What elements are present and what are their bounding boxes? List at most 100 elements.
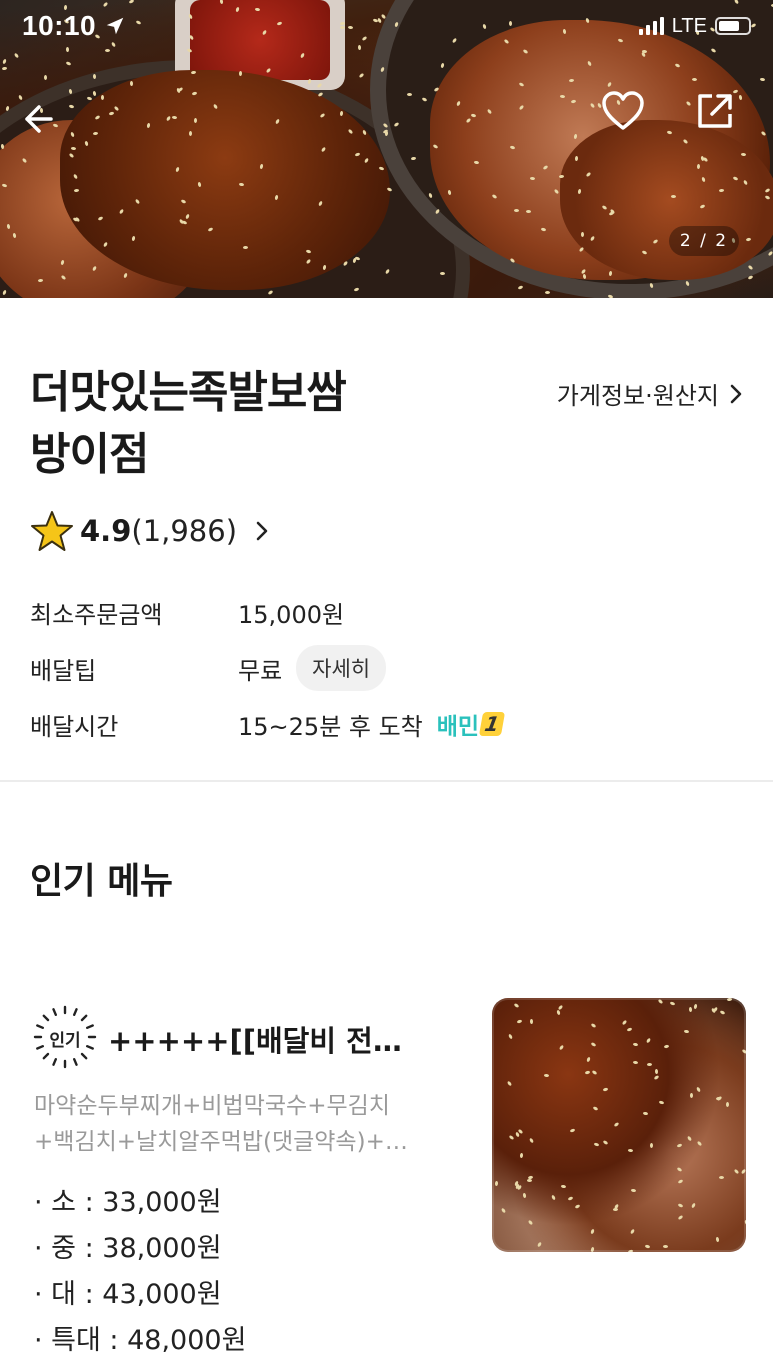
sesame-seed <box>65 61 72 66</box>
store-name-line2: 방이점 <box>30 429 149 480</box>
sesame-seed <box>432 143 439 150</box>
sesame-seed <box>238 182 245 187</box>
sesame-seed <box>573 133 578 140</box>
sesame-seed <box>5 105 10 112</box>
delivery-time-label: 배달시간 <box>30 712 119 741</box>
sesame-seed <box>197 181 202 188</box>
sesame-seed <box>641 250 648 255</box>
store-hero-image[interactable]: 10:10 LTE 2 / 2 <box>0 0 773 298</box>
store-name: 더맛있는족발보쌈 방이점 <box>30 362 500 486</box>
sesame-seed <box>608 270 613 277</box>
store-name-line1: 더맛있는족발보쌈 <box>30 367 347 418</box>
sesame-seed <box>581 232 584 237</box>
sesame-seed <box>685 280 690 287</box>
sesame-seed <box>406 92 413 97</box>
hero-sesame-layer <box>0 0 773 298</box>
delivery-tip-row: 배달팁 무료 자세히 <box>30 640 730 696</box>
sesame-seed <box>670 194 677 199</box>
sesame-seed <box>307 78 312 85</box>
sesame-seed <box>518 81 525 88</box>
favorite-button[interactable] <box>598 86 648 136</box>
rating-link[interactable]: 4.9 (1,986) <box>30 510 269 552</box>
sesame-seed <box>238 70 243 77</box>
sesame-seed <box>242 245 249 250</box>
status-time-text: 10:10 <box>22 10 97 41</box>
sesame-seed <box>666 130 673 135</box>
price-option: · 특대 : 48,000원 <box>34 1325 247 1356</box>
section-divider <box>0 780 773 782</box>
sesame-seed <box>60 259 65 266</box>
sesame-seed <box>740 152 747 157</box>
popular-menu-title: 인기 메뉴 <box>30 861 173 902</box>
sesame-seed <box>702 156 709 163</box>
sesame-seed <box>274 194 279 201</box>
menu-desc-line2: +백김치+날치알주먹밥(댓글약속)+… <box>34 1129 408 1155</box>
sesame-seed <box>750 22 757 29</box>
sesame-seed <box>529 176 536 181</box>
sesame-seed <box>470 113 477 118</box>
price-option: · 중 : 38,000원 <box>34 1233 222 1264</box>
min-order-row: 최소주문금액 15,000원 <box>30 584 730 640</box>
star-icon <box>31 511 73 551</box>
sesame-seed <box>43 74 48 81</box>
price-option: · 대 : 43,000원 <box>34 1279 222 1310</box>
sesame-seed <box>318 200 323 207</box>
sesame-seed <box>0 143 5 150</box>
min-order-label: 최소주문금액 <box>30 600 163 629</box>
sesame-seed <box>186 48 193 53</box>
store-info-origin-link[interactable]: 가게정보·원산지 <box>557 376 743 411</box>
delivery-time-value-group: 15~25분 후 도착 배민 1 <box>238 707 506 742</box>
sesame-seed <box>92 73 97 80</box>
sesame-seed <box>358 72 365 79</box>
sesame-seed <box>608 211 615 216</box>
menu-item-card[interactable]: 인기 +++++[[배달비 전… 마약순두부찌개+비법막국수+무김치 +백김치+… <box>30 998 750 1360</box>
sesame-seed <box>339 110 344 117</box>
menu-image-rim <box>492 998 746 1252</box>
sesame-seed <box>380 66 385 73</box>
sesame-seed <box>92 90 97 97</box>
sesame-seed <box>165 115 172 122</box>
sesame-seed <box>72 173 79 180</box>
sesame-seed <box>2 289 7 296</box>
sesame-seed <box>545 291 550 294</box>
sesame-seed <box>410 156 417 161</box>
sesame-seed <box>101 95 104 100</box>
back-arrow-icon <box>25 105 53 133</box>
sesame-seed <box>601 204 608 211</box>
sesame-seed <box>128 0 135 5</box>
share-button[interactable] <box>690 86 740 136</box>
sesame-seed <box>509 257 516 264</box>
status-right: LTE <box>638 15 751 38</box>
delivery-tip-detail-button[interactable]: 자세히 <box>296 645 387 691</box>
delivery-time-value: 15~25분 후 도착 <box>238 712 423 741</box>
sesame-seed <box>207 227 214 232</box>
sesame-seed <box>37 278 44 283</box>
sesame-seed <box>102 1 109 8</box>
sesame-seed <box>542 164 549 171</box>
sesame-seed <box>691 77 698 82</box>
sesame-seed <box>275 118 280 125</box>
sesame-seed <box>13 52 20 59</box>
sesame-seed <box>68 88 73 95</box>
price-option: · 소 : 33,000원 <box>34 1187 222 1218</box>
sesame-seed <box>486 108 493 115</box>
back-button[interactable] <box>12 94 62 144</box>
sesame-seed <box>267 289 274 296</box>
sesame-seed <box>347 128 354 135</box>
sesame-seed <box>682 138 689 145</box>
sesame-seed <box>92 131 99 136</box>
sesame-seed <box>607 294 614 298</box>
sesame-seed <box>582 273 587 280</box>
sesame-seed <box>1 183 8 188</box>
sesame-seed <box>559 94 566 99</box>
sesame-seed <box>317 91 324 98</box>
delivery-tip-value: 무료 <box>238 656 283 685</box>
sesame-seed <box>91 265 98 272</box>
sesame-seed <box>73 188 80 193</box>
menu-item-image[interactable] <box>492 998 746 1252</box>
sesame-seed <box>589 235 596 242</box>
sesame-seed <box>473 160 480 165</box>
sesame-seed <box>745 237 752 242</box>
sesame-seed <box>456 100 461 107</box>
sesame-seed <box>300 52 305 59</box>
